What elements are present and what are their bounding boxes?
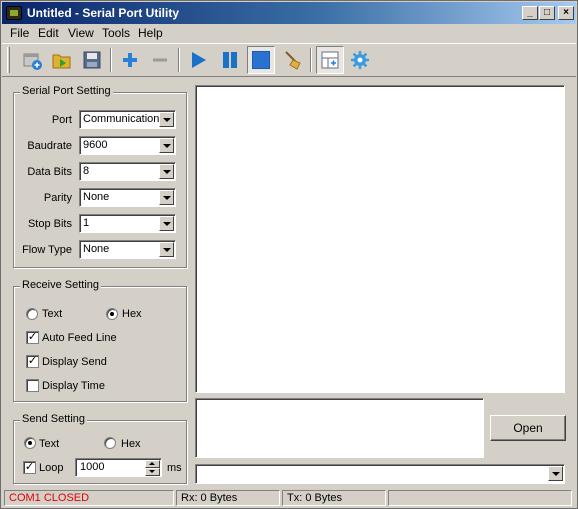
send-group-title: Send Setting (20, 413, 87, 425)
serial-port-group: Serial Port Setting Port Communications … (13, 85, 187, 268)
close-button[interactable]: × (558, 6, 574, 20)
send-history-select[interactable] (195, 464, 565, 484)
baudrate-select[interactable]: 9600 (79, 136, 176, 155)
status-bar: COM1 CLOSED Rx: 0 Bytes Tx: 0 Bytes (2, 488, 576, 508)
send-hex-label: Hex (121, 438, 141, 450)
port-select[interactable]: Communications (79, 110, 176, 129)
remove-icon[interactable] (146, 46, 174, 74)
title-bar[interactable]: Untitled - Serial Port Utility _ □ × (2, 2, 576, 24)
toolbar-separator (178, 48, 180, 72)
receive-group: Receive Setting Text Hex ✓ Auto Feed Lin… (13, 279, 187, 402)
spin-up-icon[interactable] (145, 460, 160, 468)
minimize-button[interactable]: _ (522, 6, 538, 20)
receive-group-title: Receive Setting (20, 279, 102, 291)
loop-label: Loop (39, 462, 64, 474)
chevron-down-icon[interactable] (159, 112, 174, 127)
data-bits-value: 8 (83, 165, 90, 177)
parity-select[interactable]: None (79, 188, 176, 207)
chevron-down-icon[interactable] (159, 216, 174, 231)
port-value: Communications (83, 113, 165, 125)
stop-bits-select[interactable]: 1 (79, 214, 176, 233)
toolbar-separator (110, 48, 112, 72)
send-group: Send Setting Text Hex ✓ Loop 1000 ms (13, 413, 187, 484)
stop-bits-label: Stop Bits (27, 218, 72, 230)
save-icon[interactable] (78, 46, 106, 74)
menu-file[interactable]: File (10, 26, 29, 40)
menu-bar: File Edit View Tools Help (2, 24, 576, 42)
receive-output-area[interactable] (195, 85, 565, 393)
send-hex-radio[interactable] (104, 437, 116, 449)
menu-tools[interactable]: Tools (102, 26, 130, 40)
loop-interval-stepper[interactable]: 1000 (75, 458, 162, 477)
app-icon (6, 6, 22, 20)
flow-type-label: Flow Type (22, 244, 72, 256)
chevron-down-icon[interactable] (159, 242, 174, 257)
display-time-checkbox[interactable] (26, 379, 39, 392)
receive-text-label: Text (42, 308, 63, 320)
toolbar (2, 43, 576, 77)
rx-status: Rx: 0 Bytes (176, 490, 280, 506)
receive-text-radio[interactable] (26, 308, 38, 320)
chevron-down-icon[interactable] (159, 190, 174, 205)
data-bits-select[interactable]: 8 (79, 162, 176, 181)
parity-value: None (83, 191, 110, 203)
menu-edit[interactable]: Edit (38, 26, 59, 40)
play-icon[interactable] (184, 46, 212, 74)
chevron-down-icon[interactable] (159, 164, 174, 179)
open-folder-icon[interactable] (48, 46, 76, 74)
open-button[interactable]: Open (490, 415, 566, 441)
loop-unit-label: ms (167, 462, 182, 474)
display-time-label: Display Time (42, 380, 105, 392)
send-input-area[interactable] (195, 398, 484, 458)
auto-feed-label: Auto Feed Line (42, 332, 117, 344)
auto-feed-checkbox[interactable]: ✓ (26, 331, 39, 344)
clear-broom-icon[interactable] (279, 46, 307, 74)
port-status: COM1 CLOSED (4, 490, 174, 506)
add-icon[interactable] (116, 46, 144, 74)
status-extra (388, 490, 572, 506)
serial-port-group-title: Serial Port Setting (20, 85, 113, 97)
receive-hex-radio[interactable] (106, 308, 118, 320)
pause-icon[interactable] (216, 46, 244, 74)
send-text-label: Text (39, 438, 60, 450)
menu-view[interactable]: View (68, 26, 94, 40)
spin-down-icon[interactable] (145, 468, 160, 476)
port-label: Port (51, 114, 72, 126)
window-title: Untitled - Serial Port Utility (27, 6, 180, 20)
send-text-radio[interactable] (24, 437, 36, 449)
loop-checkbox[interactable]: ✓ (23, 461, 36, 474)
flow-type-value: None (83, 243, 110, 255)
display-send-label: Display Send (42, 356, 107, 368)
toolbar-separator (310, 48, 312, 72)
toolbar-grip[interactable] (7, 47, 10, 73)
stop-bits-value: 1 (83, 217, 90, 229)
chevron-down-icon[interactable] (548, 466, 563, 481)
layout-icon[interactable] (316, 46, 344, 74)
maximize-button[interactable]: □ (539, 6, 555, 20)
menu-help[interactable]: Help (138, 26, 163, 40)
settings-gear-icon[interactable] (346, 46, 374, 74)
loop-interval-value: 1000 (80, 461, 105, 473)
chevron-down-icon[interactable] (159, 138, 174, 153)
baudrate-value: 9600 (83, 139, 108, 151)
main-window: Untitled - Serial Port Utility _ □ × Fil… (0, 0, 578, 509)
new-icon[interactable] (18, 46, 46, 74)
flow-type-select[interactable]: None (79, 240, 176, 259)
parity-label: Parity (43, 192, 72, 204)
tx-status: Tx: 0 Bytes (282, 490, 386, 506)
baudrate-label: Baudrate (27, 140, 72, 152)
receive-hex-label: Hex (122, 308, 142, 320)
stop-icon[interactable] (247, 46, 275, 74)
display-send-checkbox[interactable]: ✓ (26, 355, 39, 368)
data-bits-label: Data Bits (27, 166, 72, 178)
